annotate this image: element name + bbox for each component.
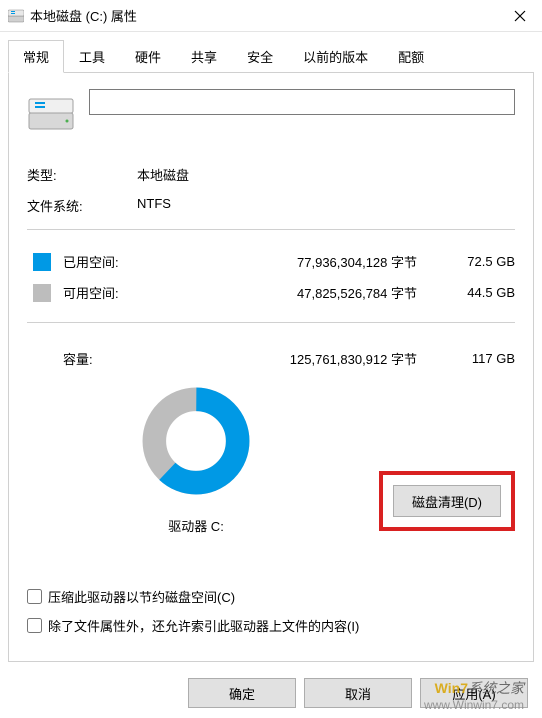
used-color-swatch: [33, 253, 51, 271]
index-checkbox-row[interactable]: 除了文件属性外，还允许索引此驱动器上文件的内容(I): [27, 616, 515, 635]
used-space-label: 已用空间:: [63, 252, 149, 271]
used-space-gb: 72.5 GB: [445, 254, 515, 269]
capacity-label: 容量:: [63, 349, 149, 368]
tab-previous-versions[interactable]: 以前的版本: [288, 40, 383, 72]
close-button[interactable]: [497, 0, 542, 32]
tab-security[interactable]: 安全: [232, 40, 288, 72]
cleanup-highlight-box: 磁盘清理(D): [379, 471, 515, 531]
tab-sharing[interactable]: 共享: [176, 40, 232, 72]
free-color-swatch: [33, 284, 51, 302]
divider: [27, 322, 515, 323]
usage-donut-chart: [141, 386, 251, 496]
divider: [27, 229, 515, 230]
window-title: 本地磁盘 (C:) 属性: [30, 6, 497, 25]
tab-hardware[interactable]: 硬件: [120, 40, 176, 72]
ok-button[interactable]: 确定: [188, 678, 296, 708]
close-icon: [514, 10, 526, 22]
capacity-gb: 117 GB: [445, 351, 515, 366]
used-space-bytes: 77,936,304,128 字节: [149, 252, 445, 271]
filesystem-label: 文件系统:: [27, 196, 137, 215]
tab-strip: 常规 工具 硬件 共享 安全 以前的版本 配额: [0, 32, 542, 72]
compress-label: 压缩此驱动器以节约磁盘空间(C): [48, 587, 235, 606]
disk-cleanup-button[interactable]: 磁盘清理(D): [393, 485, 501, 517]
compress-checkbox[interactable]: [27, 589, 42, 604]
tab-general-content: 类型: 本地磁盘 文件系统: NTFS 已用空间: 77,936,304,128…: [8, 72, 534, 662]
drive-icon: [27, 89, 75, 137]
free-space-gb: 44.5 GB: [445, 285, 515, 300]
type-label: 类型:: [27, 165, 137, 184]
capacity-bytes: 125,761,830,912 字节: [149, 349, 445, 368]
type-value: 本地磁盘: [137, 165, 189, 184]
drive-icon-small: [8, 8, 24, 24]
tab-quota[interactable]: 配额: [383, 40, 439, 72]
drive-label-input[interactable]: [89, 89, 515, 115]
free-space-bytes: 47,825,526,784 字节: [149, 283, 445, 302]
titlebar: 本地磁盘 (C:) 属性: [0, 0, 542, 32]
drive-letter-label: 驱动器 C:: [168, 516, 224, 535]
compress-checkbox-row[interactable]: 压缩此驱动器以节约磁盘空间(C): [27, 587, 515, 606]
index-label: 除了文件属性外，还允许索引此驱动器上文件的内容(I): [48, 616, 359, 635]
filesystem-value: NTFS: [137, 196, 171, 215]
dialog-buttons: 确定 取消 应用(A): [188, 678, 528, 708]
apply-button[interactable]: 应用(A): [420, 678, 528, 708]
cancel-button[interactable]: 取消: [304, 678, 412, 708]
free-space-label: 可用空间:: [63, 283, 149, 302]
tab-tools[interactable]: 工具: [64, 40, 120, 72]
tab-general[interactable]: 常规: [8, 40, 64, 73]
index-checkbox[interactable]: [27, 618, 42, 633]
